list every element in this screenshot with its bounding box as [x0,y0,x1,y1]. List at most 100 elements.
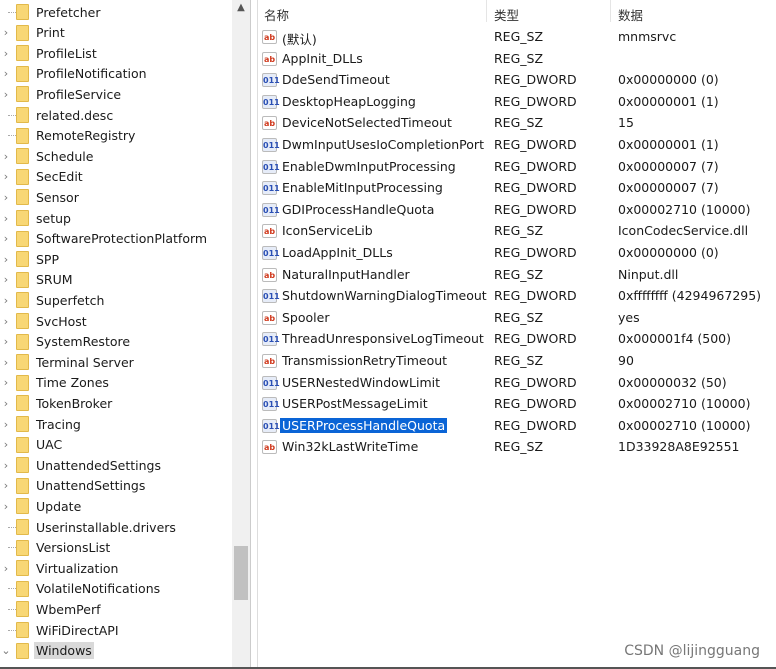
tree-item[interactable]: › Superfetch [0,290,232,310]
tree-item[interactable]: › Update [0,496,232,516]
tree-item[interactable]: › SvcHost [0,311,232,331]
chevron-down-icon[interactable]: ⌄ [0,644,12,657]
column-header-name[interactable]: 名称 [264,5,289,24]
tree-item-label: ProfileNotification [36,66,147,82]
chevron-right-icon[interactable]: › [0,212,12,225]
tree-item[interactable]: › SPP [0,249,232,269]
list-item[interactable]: ab DeviceNotSelectedTimeout REG_SZ 15 [258,113,776,134]
list-item[interactable]: 011 EnableDwmInputProcessing REG_DWORD 0x00… [258,157,776,178]
value-name: Win32kLastWriteTime [282,439,419,455]
list-item[interactable]: 011 DwmInputUsesIoCompletionPort REG_DWORD… [258,135,776,156]
tree-item[interactable]: › UAC [0,435,232,455]
tree-item-label: SecEdit [36,169,83,185]
list-item[interactable]: 011 DdeSendTimeout REG_DWORD 0x00000000 (0) [258,70,776,91]
list-item[interactable]: ab (默认) REG_SZ mnmsrvc [258,27,776,48]
chevron-right-icon[interactable]: › [0,191,12,204]
value-name: EnableDwmInputProcessing [282,158,456,174]
column-divider[interactable] [486,0,487,22]
scroll-up-arrow-icon[interactable]: ▲ [232,2,250,13]
list-item[interactable]: 011 DesktopHeapLogging REG_DWORD 0x00000001… [258,92,776,113]
chevron-right-icon[interactable]: › [0,397,12,410]
value-type: REG_DWORD [494,417,577,433]
chevron-right-icon[interactable]: › [0,500,12,513]
value-data: 1D33928A8E92551 [618,439,740,455]
tree-item[interactable]: ⌄ Windows [0,641,232,661]
list-item[interactable]: ab TransmissionRetryTimeout REG_SZ 90 [258,351,776,372]
chevron-right-icon[interactable]: › [0,335,12,348]
folder-icon [16,436,29,453]
tree-item[interactable]: › Sensor [0,187,232,207]
tree-item[interactable]: WiFiDirectAPI [0,620,232,640]
list-item[interactable]: ab AppInit_DLLs REG_SZ [258,49,776,70]
folder-icon [16,416,29,432]
list-item[interactable]: ab IconServiceLib REG_SZ IconCodecService.d… [258,221,776,242]
chevron-right-icon[interactable]: › [0,150,12,163]
tree-item[interactable]: › setup [0,208,232,228]
chevron-right-icon[interactable]: › [0,232,12,245]
tree-item[interactable]: › SRUM [0,270,232,290]
tree-item[interactable]: › SoftwareProtectionPlatform [0,229,232,249]
list-item[interactable]: 011 ThreadUnresponsiveLogTimeout REG_DWORD… [258,329,776,350]
list-item[interactable]: 011 USERPostMessageLimit REG_DWORD 0x000027… [258,394,776,415]
tree-vertical-scrollbar[interactable]: ▲ [232,0,250,669]
column-divider[interactable] [610,0,611,22]
value-name: USERProcessHandleQuota [278,416,449,434]
tree-item-label: Update [36,498,82,514]
tree-item[interactable]: › SecEdit [0,167,232,187]
chevron-right-icon[interactable]: › [0,294,12,307]
chevron-right-icon[interactable]: › [0,418,12,431]
chevron-right-icon[interactable]: › [0,459,12,472]
tree-item[interactable]: related.desc [0,105,232,125]
tree-item[interactable]: › Terminal Server [0,352,232,372]
chevron-right-icon[interactable]: › [0,356,12,369]
chevron-right-icon[interactable]: › [0,273,12,286]
chevron-right-icon[interactable]: › [0,562,12,575]
tree-item[interactable]: › Time Zones [0,373,232,393]
tree-item[interactable]: › ProfileList [0,43,232,63]
column-header-type[interactable]: 类型 [494,5,519,24]
chevron-right-icon[interactable]: › [0,88,12,101]
chevron-right-icon[interactable]: › [0,376,12,389]
tree-item[interactable]: VersionsList [0,538,232,558]
list-header: 名称 类型 数据 [258,0,776,26]
tree-item[interactable]: › Print [0,23,232,43]
list-item[interactable]: 011 ShutdownWarningDialogTimeout REG_DWORD… [258,286,776,307]
list-item[interactable]: 011 EnableMitInputProcessing REG_DWORD 0x00… [258,178,776,199]
list-item[interactable]: ab Win32kLastWriteTime REG_SZ 1D33928A8E925… [258,437,776,458]
list-item[interactable]: 011 USERNestedWindowLimit REG_DWORD 0x00000… [258,373,776,394]
tree-item[interactable]: WbemPerf [0,599,232,619]
tree-item[interactable]: VolatileNotifications [0,579,232,599]
tree-item[interactable]: › ProfileNotification [0,64,232,84]
chevron-right-icon[interactable]: › [0,170,12,183]
column-header-data[interactable]: 数据 [618,5,643,24]
tree-item[interactable]: › Virtualization [0,558,232,578]
chevron-right-icon[interactable]: › [0,47,12,60]
tree-item[interactable]: › ProfileService [0,84,232,104]
chevron-right-icon[interactable]: › [0,438,12,451]
tree-item[interactable]: Userinstallable.drivers [0,517,232,537]
folder-icon [16,45,29,62]
value-data: 90 [618,353,634,368]
value-type: REG_SZ [494,266,544,282]
scrollbar-thumb[interactable] [234,546,248,600]
tree-item[interactable]: › Schedule [0,146,232,166]
list-item[interactable]: 011 USERProcessHandleQuota REG_DWORD 0x0000… [258,416,776,437]
tree-item[interactable]: Prefetcher [0,2,232,22]
tree-item[interactable]: › UnattendSettings [0,476,232,496]
tree-item[interactable]: › TokenBroker [0,393,232,413]
list-item[interactable]: 011 LoadAppInit_DLLs REG_DWORD 0x00000000 (… [258,243,776,264]
list-item[interactable]: ab Spooler REG_SZ yes [258,308,776,329]
tree-item[interactable]: › Tracing [0,414,232,434]
tree-item[interactable]: › SystemRestore [0,332,232,352]
chevron-right-icon[interactable]: › [0,26,12,39]
tree-item[interactable]: › UnattendedSettings [0,455,232,475]
pane-splitter[interactable] [250,0,258,669]
string-value-icon: ab [262,224,277,239]
chevron-right-icon[interactable]: › [0,253,12,266]
chevron-right-icon[interactable]: › [0,479,12,492]
list-item[interactable]: ab NaturalInputHandler REG_SZ Ninput.dll [258,265,776,286]
tree-item[interactable]: RemoteRegistry [0,126,232,146]
chevron-right-icon[interactable]: › [0,67,12,80]
chevron-right-icon[interactable]: › [0,315,12,328]
list-item[interactable]: 011 GDIProcessHandleQuota REG_DWORD 0x00002… [258,200,776,221]
